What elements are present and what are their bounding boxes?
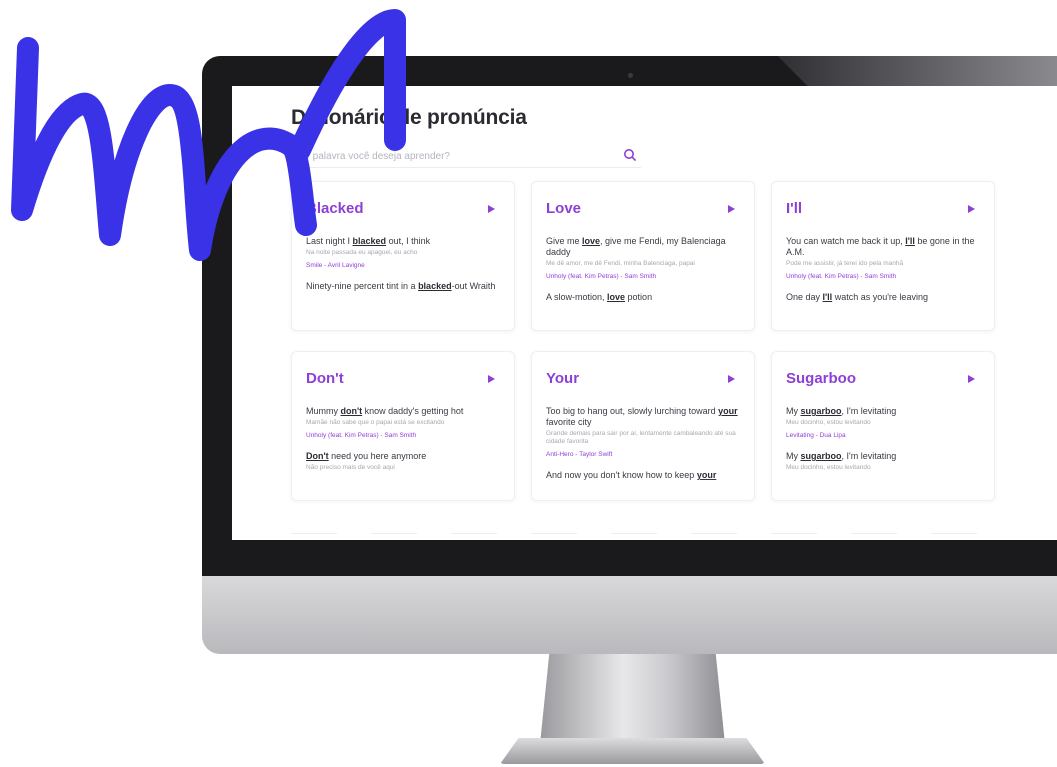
- example-item: One day I'll watch as you're leaving: [786, 292, 980, 303]
- lyric-text: My: [786, 451, 801, 461]
- word-card[interactable]: Your Too big to hang out, slowly lurching…: [531, 351, 755, 501]
- example-item: A slow-motion, love potion: [546, 292, 740, 303]
- lyric-line: Ninety-nine percent tint in a blacked-ou…: [306, 281, 500, 292]
- play-icon[interactable]: [726, 374, 736, 384]
- example-item: Ninety-nine percent tint in a blacked-ou…: [306, 281, 500, 292]
- lyric-text: My: [786, 406, 801, 416]
- card-word[interactable]: Your: [546, 370, 579, 387]
- card-word[interactable]: Love: [546, 200, 581, 217]
- lyric-text: favorite city: [546, 417, 592, 427]
- example-item: You can watch me back it up, I'll be gon…: [786, 236, 980, 280]
- monitor-stand-neck: [540, 654, 725, 744]
- translation-text: Meu docinho, estou levitando: [786, 419, 871, 426]
- example-list: You can watch me back it up, I'll be gon…: [786, 236, 980, 315]
- card-fade: [532, 308, 754, 330]
- example-list: My sugarboo, I'm levitating Meu docinho, …: [786, 406, 980, 484]
- translation-text: Não preciso mais de você aqui: [306, 464, 395, 471]
- keyword: I'll: [905, 236, 915, 246]
- song-source-link[interactable]: Anti-Hero - Taylor Swift: [546, 451, 740, 458]
- monitor-stand-foot: [500, 738, 765, 764]
- stage: Dicionário de pronúncia BlackedLast nigh…: [0, 0, 1057, 767]
- lyric-text: Give me: [546, 236, 583, 246]
- card-fade: [292, 308, 514, 330]
- keyword: sugarboo: [800, 406, 842, 416]
- lyric-line: Mummy don't know daddy's getting hot: [306, 406, 500, 417]
- lyric-text: know daddy's getting hot: [362, 406, 464, 416]
- translation-text: Me dê amor, me dê Fendi, minha Balenciag…: [546, 260, 695, 267]
- keyword: blacked: [418, 281, 452, 291]
- keyword: love: [582, 236, 601, 246]
- lyric-text: -out Wraith: [451, 281, 496, 291]
- example-item: Too big to hang out, slowly lurching tow…: [546, 406, 740, 458]
- song-source-link[interactable]: Unholy (feat. Kim Petras) - Sam Smith: [786, 273, 980, 280]
- lyric-line: You can watch me back it up, I'll be gon…: [786, 236, 980, 258]
- monitor-chin: [202, 576, 1057, 654]
- search-icon[interactable]: [623, 148, 637, 162]
- lyric-line: Give me love, give me Fendi, my Balencia…: [546, 236, 740, 258]
- card-fade: [292, 478, 514, 500]
- card-word[interactable]: Sugarboo: [786, 370, 856, 387]
- decorative-scribble: [11, 9, 406, 261]
- more-cards-hint: [291, 533, 991, 540]
- lyric-text: Too big to hang out, slowly lurching tow…: [546, 406, 719, 416]
- translation-text: Grande demais para sair por aí, lentamen…: [546, 430, 736, 445]
- play-icon[interactable]: [966, 204, 976, 214]
- translation-text: Meu docinho, estou levitando: [786, 464, 871, 471]
- example-item: Don't need you here anymore Não preciso m…: [306, 451, 500, 472]
- lyric-text: One day: [786, 292, 823, 302]
- lyric-line: My sugarboo, I'm levitating: [786, 451, 980, 462]
- song-source-link[interactable]: Unholy (feat. Kim Petras) - Sam Smith: [546, 273, 740, 280]
- word-card[interactable]: Don't Mummy don't know daddy's getting ho…: [291, 351, 515, 501]
- card-fade: [532, 478, 754, 500]
- play-icon[interactable]: [486, 204, 496, 214]
- lyric-text: , I'm levitating: [841, 406, 897, 416]
- lyric-text: , I'm levitating: [841, 451, 897, 461]
- translation-text: Pode me assistir, já terei ido pela manh…: [786, 260, 904, 267]
- translation-text: Mamãe não sabe que o papai está se excit…: [306, 419, 445, 426]
- example-item: Give me love, give me Fendi, my Balencia…: [546, 236, 740, 280]
- lyric-line: One day I'll watch as you're leaving: [786, 292, 980, 303]
- keyword: sugarboo: [800, 451, 842, 461]
- keyword: I'll: [822, 292, 833, 302]
- card-fade: [772, 308, 994, 330]
- song-source-link[interactable]: Levitating - Dua Lipa: [786, 432, 980, 439]
- play-icon[interactable]: [486, 374, 496, 384]
- card-word[interactable]: Don't: [306, 370, 344, 387]
- example-item: Mummy don't know daddy's getting hot Mamã…: [306, 406, 500, 439]
- lyric-line: My sugarboo, I'm levitating: [786, 406, 980, 417]
- camera-dot: [628, 73, 633, 78]
- keyword: your: [718, 406, 738, 416]
- lyric-text: watch as you're leaving: [832, 292, 928, 302]
- example-item: My sugarboo, I'm levitating Meu docinho, …: [786, 451, 980, 472]
- lyric-line: A slow-motion, love potion: [546, 292, 740, 303]
- lyric-text: Mummy: [306, 406, 341, 416]
- lyric-text: A slow-motion,: [546, 292, 608, 302]
- keyword: don't: [340, 406, 363, 416]
- keyword: love: [607, 292, 626, 302]
- lyric-text: potion: [625, 292, 653, 302]
- card-word[interactable]: I'll: [786, 200, 802, 217]
- monitor-glare: [777, 56, 1057, 86]
- word-card[interactable]: I'll You can watch me back it up, I'll be…: [771, 181, 995, 331]
- song-source-link[interactable]: Unholy (feat. Kim Petras) - Sam Smith: [306, 432, 500, 439]
- example-list: Mummy don't know daddy's getting hot Mamã…: [306, 406, 500, 484]
- lyric-line: Don't need you here anymore: [306, 451, 500, 462]
- play-icon[interactable]: [726, 204, 736, 214]
- word-card[interactable]: Love Give me love, give me Fendi, my Bale…: [531, 181, 755, 331]
- card-fade: [772, 478, 994, 500]
- lyric-text: need you here anymore: [328, 451, 427, 461]
- play-icon[interactable]: [966, 374, 976, 384]
- lyric-line: Too big to hang out, slowly lurching tow…: [546, 406, 740, 428]
- lyric-text: Ninety-nine percent tint in a: [306, 281, 419, 291]
- example-list: Give me love, give me Fendi, my Balencia…: [546, 236, 740, 315]
- keyword: Don't: [306, 451, 329, 461]
- word-card[interactable]: Sugarboo My sugarboo, I'm levitating Meu d…: [771, 351, 995, 501]
- example-item: My sugarboo, I'm levitating Meu docinho, …: [786, 406, 980, 439]
- lyric-text: You can watch me back it up,: [786, 236, 906, 246]
